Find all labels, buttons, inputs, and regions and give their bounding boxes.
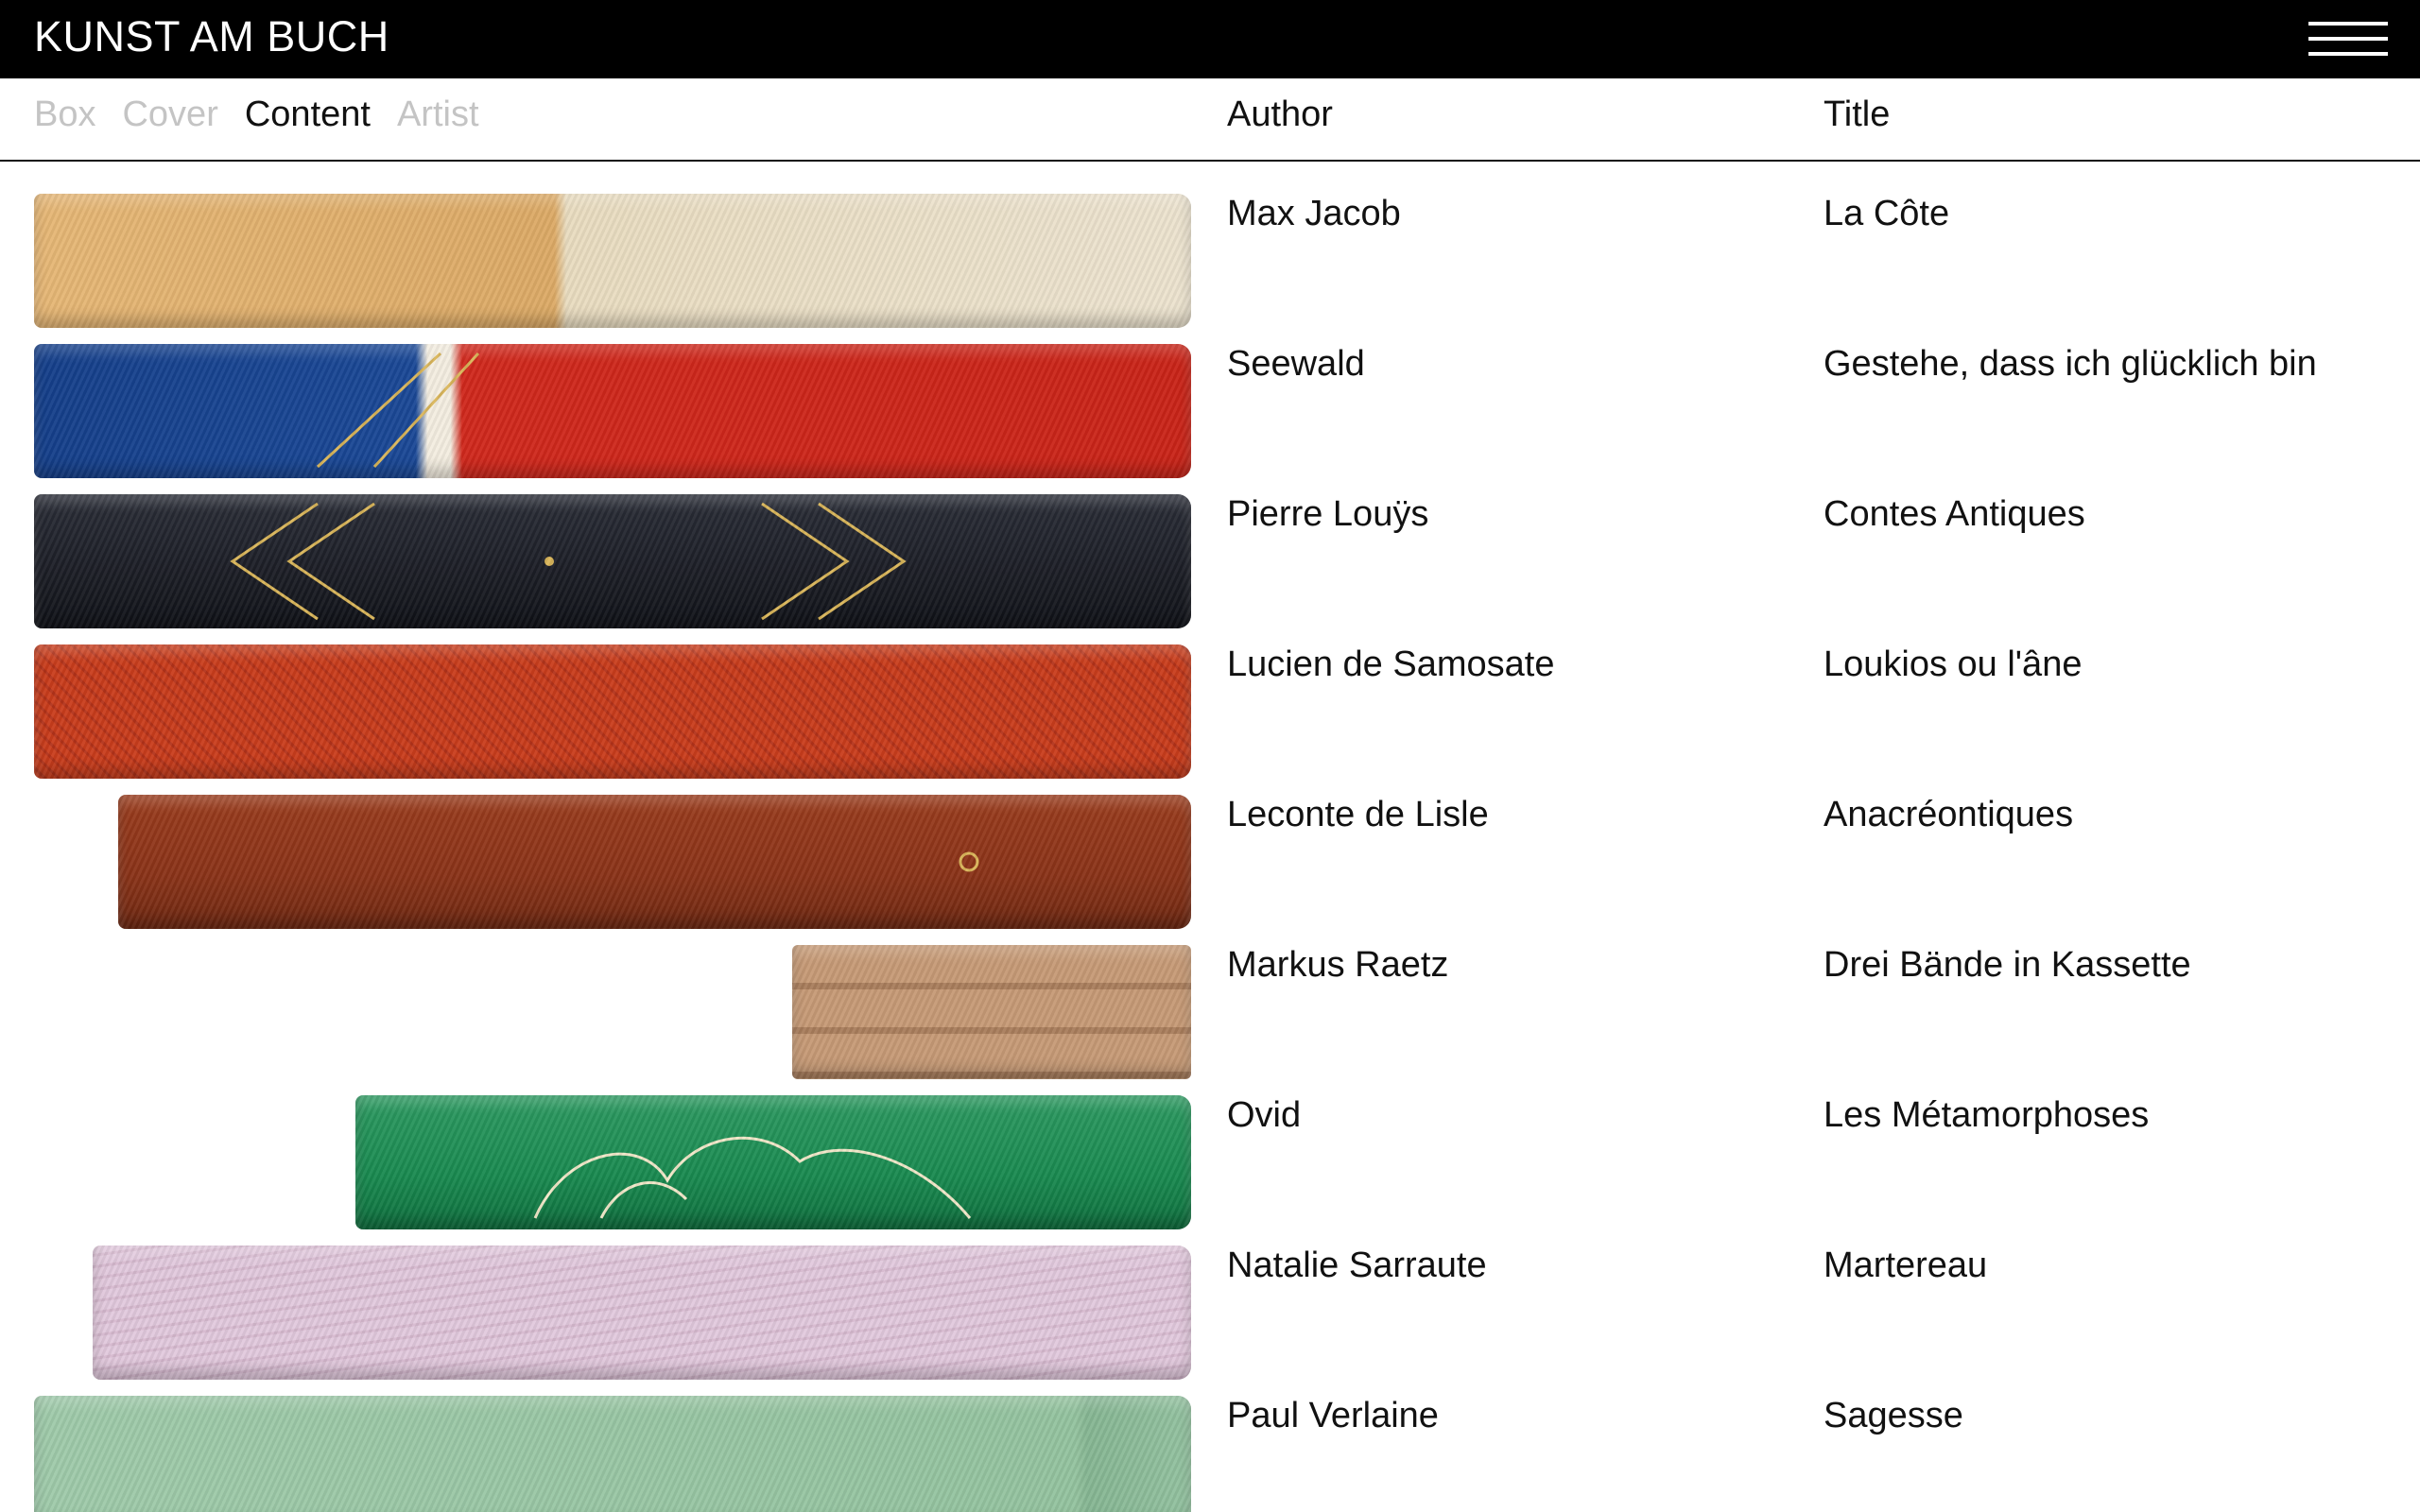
book-row[interactable]: Natalie Sarraute Martereau (0, 1214, 2420, 1380)
book-author: Leconte de Lisle (1227, 795, 1489, 834)
menu-line (2308, 37, 2388, 41)
tab-cover[interactable]: Cover (122, 92, 217, 137)
book-author: Max Jacob (1227, 194, 1401, 233)
book-title: Drei Bände in Kassette (1824, 945, 2191, 985)
menu-line (2308, 52, 2388, 56)
book-row[interactable]: Markus Raetz Drei Bände in Kassette (0, 914, 2420, 1079)
book-row[interactable]: Ovid Les Métamorphoses (0, 1064, 2420, 1229)
sub-navigation: Box Cover Content Artist Author Title (0, 78, 2420, 162)
book-row[interactable]: Pierre Louÿs Contes Antiques (0, 463, 2420, 628)
book-title: Martereau (1824, 1246, 1988, 1285)
book-author: Lucien de Samosate (1227, 644, 1555, 684)
book-row[interactable]: Seewald Gestehe, dass ich glücklich bin (0, 313, 2420, 478)
book-author: Seewald (1227, 344, 1365, 384)
book-spine-image[interactable] (792, 945, 1191, 1079)
tab-content[interactable]: Content (245, 92, 371, 137)
tab-artist[interactable]: Artist (397, 92, 479, 137)
book-author: Ovid (1227, 1095, 1302, 1135)
menu-line (2308, 22, 2388, 26)
book-row[interactable]: Leconte de Lisle Anacréontiques (0, 764, 2420, 929)
book-title: Contes Antiques (1824, 494, 2085, 534)
book-spine-image[interactable] (93, 1246, 1191, 1380)
top-bar: KUNST AM BUCH (0, 0, 2420, 78)
book-author: Markus Raetz (1227, 945, 1449, 985)
hamburger-menu-icon[interactable] (2308, 22, 2388, 56)
book-row[interactable]: Max Jacob La Côte (0, 163, 2420, 328)
book-spine-image[interactable] (118, 795, 1191, 929)
book-row[interactable]: Paul Verlaine Sagesse (0, 1365, 2420, 1512)
book-spine-image[interactable] (34, 644, 1191, 779)
book-author: Paul Verlaine (1227, 1396, 1439, 1435)
book-row[interactable]: Lucien de Samosate Loukios ou l'âne (0, 613, 2420, 779)
author-column-header[interactable]: Author (1227, 92, 1333, 137)
book-spine-image[interactable] (34, 494, 1191, 628)
line-drawing-decoration (533, 1136, 972, 1219)
book-title: La Côte (1824, 194, 1950, 233)
book-title: Gestehe, dass ich glücklich bin (1824, 344, 2317, 384)
book-title: Sagesse (1824, 1396, 1963, 1435)
view-tabs: Box Cover Content Artist (34, 92, 479, 137)
book-spine-image[interactable] (34, 194, 1191, 328)
book-spine-image[interactable] (34, 1396, 1191, 1512)
book-title: Loukios ou l'âne (1824, 644, 2083, 684)
gold-tooling-decoration (230, 502, 907, 621)
title-column-header[interactable]: Title (1824, 92, 1890, 137)
book-title: Les Métamorphoses (1824, 1095, 2150, 1135)
book-spine-image[interactable] (34, 344, 1191, 478)
gold-tooling-decoration (316, 352, 480, 469)
book-author: Pierre Louÿs (1227, 494, 1429, 534)
book-title: Anacréontiques (1824, 795, 2074, 834)
site-logo[interactable]: KUNST AM BUCH (34, 11, 389, 62)
book-author: Natalie Sarraute (1227, 1246, 1487, 1285)
book-spine-image[interactable] (355, 1095, 1191, 1229)
tab-box[interactable]: Box (34, 92, 95, 137)
gold-tooling-decoration (959, 851, 979, 872)
